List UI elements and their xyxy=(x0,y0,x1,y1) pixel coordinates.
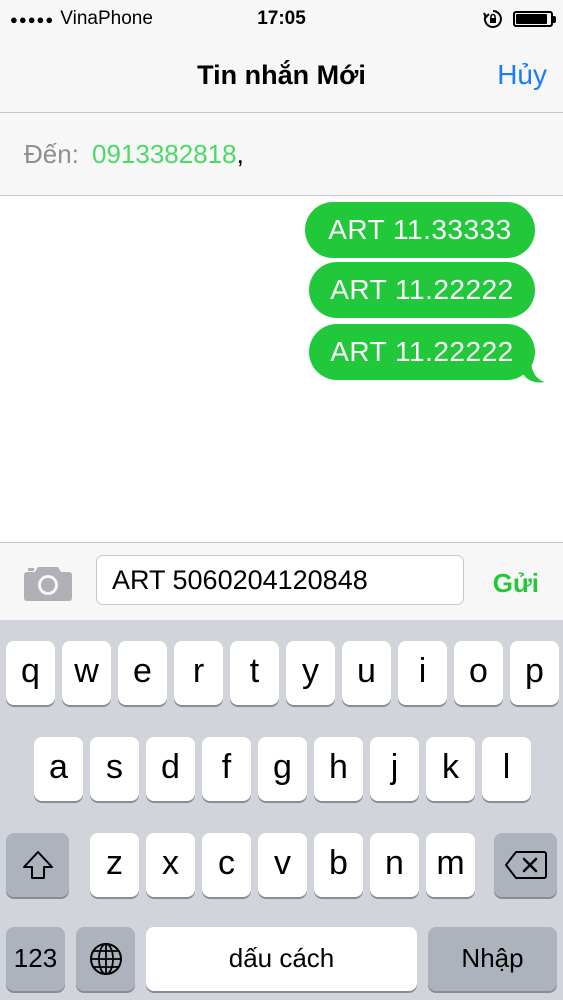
key-l[interactable]: l xyxy=(482,737,531,801)
key-h[interactable]: h xyxy=(314,737,363,801)
key-q[interactable]: q xyxy=(6,641,55,705)
key-u[interactable]: u xyxy=(342,641,391,705)
rotation-lock-icon xyxy=(483,10,502,28)
message-bubble[interactable]: ART 11.22222 xyxy=(309,324,535,380)
key-label: a xyxy=(49,748,68,786)
recipient-separator: , xyxy=(236,139,244,169)
key-r[interactable]: r xyxy=(174,641,223,705)
message-input[interactable]: ART 5060204120848 xyxy=(96,555,464,605)
key-label: i xyxy=(418,652,427,690)
message-text: ART 11.22222 xyxy=(330,336,514,367)
composer-bar: ART 5060204120848 Gửi xyxy=(0,542,563,621)
nav-bar: Tin nhắn Mới Hủy xyxy=(0,38,563,113)
key-y[interactable]: y xyxy=(286,641,335,705)
message-thread[interactable]: ART 11.33333 ART 11.22222 ART 11.22222 xyxy=(0,196,563,542)
key-k[interactable]: k xyxy=(426,737,475,801)
key-label: r xyxy=(192,652,205,690)
status-bar: ●●●●● VinaPhone 17:05 xyxy=(0,0,563,38)
message-bubble[interactable]: ART 11.22222 xyxy=(309,262,535,318)
key-label: j xyxy=(390,748,399,786)
key-label: Nhập xyxy=(461,943,524,973)
key-w[interactable]: w xyxy=(62,641,111,705)
key-label: n xyxy=(385,844,404,882)
key-label: o xyxy=(469,652,488,690)
key-v[interactable]: v xyxy=(258,833,307,897)
space-key[interactable]: dấu cách xyxy=(146,927,417,991)
key-a[interactable]: a xyxy=(34,737,83,801)
key-label: q xyxy=(21,652,40,690)
recipient-chip[interactable]: 0913382818, xyxy=(92,139,244,170)
battery-level xyxy=(516,14,547,24)
globe-key[interactable] xyxy=(76,927,135,991)
message-bubble[interactable]: ART 11.33333 xyxy=(305,202,535,258)
key-label: b xyxy=(329,844,348,882)
key-o[interactable]: o xyxy=(454,641,503,705)
key-b[interactable]: b xyxy=(314,833,363,897)
key-label: p xyxy=(525,652,544,690)
key-label: x xyxy=(162,844,179,882)
page-title: Tin nhắn Mới xyxy=(197,60,366,90)
camera-icon[interactable] xyxy=(24,563,72,601)
key-d[interactable]: d xyxy=(146,737,195,801)
key-e[interactable]: e xyxy=(118,641,167,705)
shift-key[interactable] xyxy=(6,833,69,897)
recipient-number: 0913382818 xyxy=(92,139,237,169)
key-label: e xyxy=(133,652,152,690)
key-t[interactable]: t xyxy=(230,641,279,705)
cancel-button[interactable]: Hủy xyxy=(497,59,547,91)
key-label: t xyxy=(249,652,260,690)
shift-icon xyxy=(22,851,53,879)
bubble-tail-icon xyxy=(523,360,545,383)
key-label: dấu cách xyxy=(228,943,335,973)
delete-key[interactable] xyxy=(494,833,557,897)
key-label: 123 xyxy=(13,943,58,973)
key-n[interactable]: n xyxy=(370,833,419,897)
key-label: u xyxy=(357,652,376,690)
key-j[interactable]: j xyxy=(370,737,419,801)
key-label: k xyxy=(442,748,459,786)
key-label: l xyxy=(502,748,511,786)
keyboard: q w e r t y u i o p a s d f g h j k l z … xyxy=(0,620,563,1000)
key-label: s xyxy=(106,748,123,786)
battery-icon xyxy=(513,11,556,27)
key-label: h xyxy=(329,748,348,786)
send-button[interactable]: Gửi xyxy=(493,568,539,599)
key-s[interactable]: s xyxy=(90,737,139,801)
key-i[interactable]: i xyxy=(398,641,447,705)
backspace-icon xyxy=(504,851,547,879)
key-label: m xyxy=(436,844,465,882)
key-x[interactable]: x xyxy=(146,833,195,897)
key-label: d xyxy=(161,748,180,786)
recipient-row[interactable]: Đến: 0913382818, xyxy=(0,113,563,196)
key-label: c xyxy=(218,844,235,882)
status-right xyxy=(483,9,556,29)
return-key[interactable]: Nhập xyxy=(428,927,557,991)
key-label: g xyxy=(273,748,292,786)
key-f[interactable]: f xyxy=(202,737,251,801)
numbers-key[interactable]: 123 xyxy=(6,927,65,991)
key-m[interactable]: m xyxy=(426,833,475,897)
key-label: z xyxy=(106,844,123,882)
key-c[interactable]: c xyxy=(202,833,251,897)
key-label: w xyxy=(74,652,99,690)
message-text: ART 11.22222 xyxy=(330,274,514,305)
key-label: y xyxy=(302,652,319,690)
status-time: 17:05 xyxy=(257,8,306,29)
key-label: v xyxy=(274,844,291,882)
key-g[interactable]: g xyxy=(258,737,307,801)
recipient-label: Đến: xyxy=(24,139,79,169)
key-label: f xyxy=(221,748,232,786)
message-text: ART 11.33333 xyxy=(328,214,512,245)
globe-icon xyxy=(89,943,122,975)
key-p[interactable]: p xyxy=(510,641,559,705)
key-z[interactable]: z xyxy=(90,833,139,897)
